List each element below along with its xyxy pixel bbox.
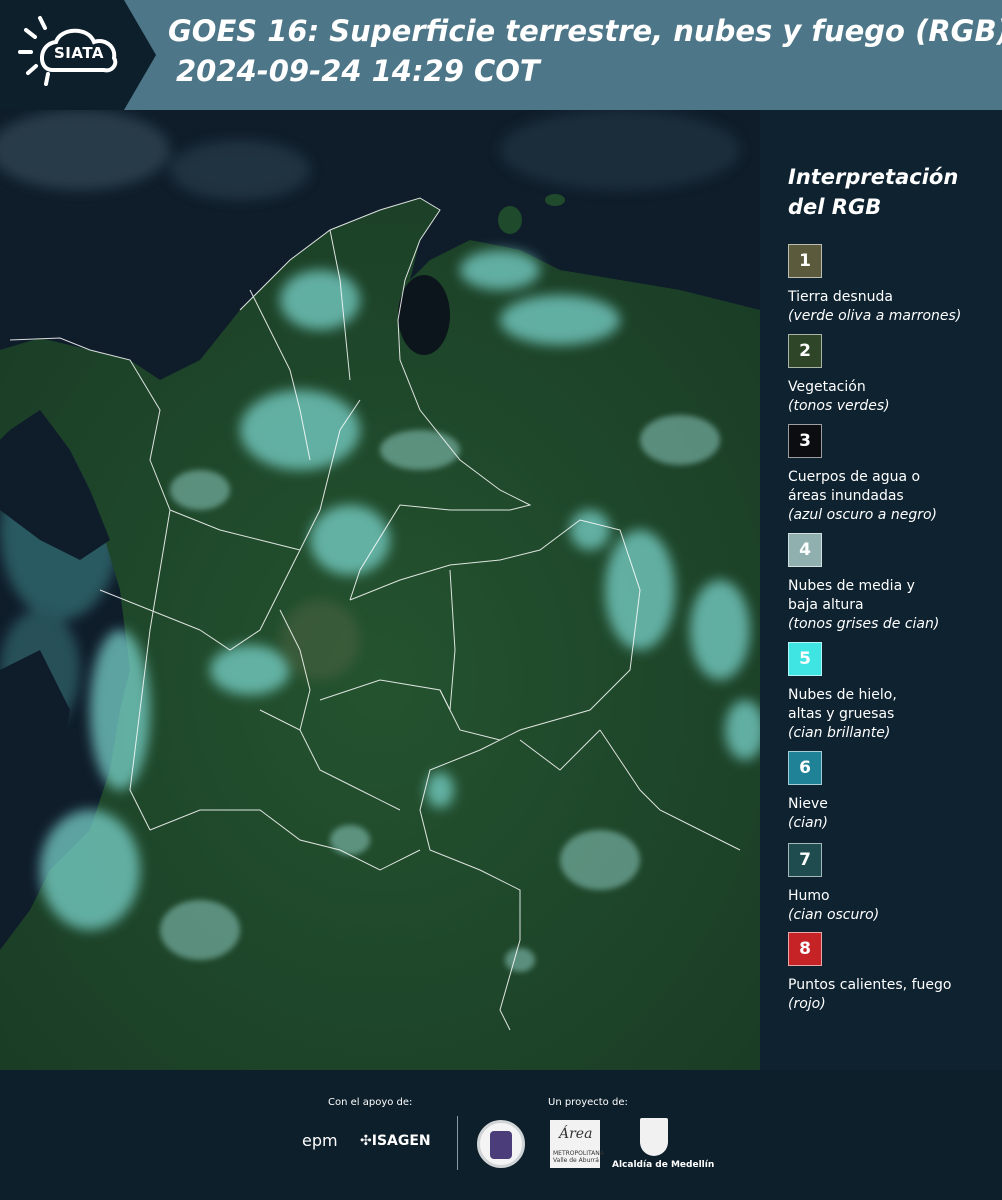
legend-item-label: Tierra desnuda (788, 289, 893, 305)
isagen-logo-text: ISAGEN (371, 1133, 431, 1149)
legend-item-vegetacion: 2 Vegetación (tonos verdes) (788, 334, 998, 416)
timestamp-title: 2024-09-24 14:29 COT (176, 54, 540, 88)
legend-item-label: Nieve (788, 796, 828, 812)
legend-swatch: 1 (788, 244, 822, 278)
footer-divider (457, 1116, 458, 1170)
page-title: GOES 16: Superficie terrestre, nubes y f… (168, 14, 1002, 48)
isagen-logo: ✣ISAGEN (360, 1133, 431, 1149)
legend-item-nieve: 6 Nieve (cian) (788, 751, 998, 833)
satellite-map (0, 110, 760, 1070)
support-label: Con el apoyo de: (328, 1097, 413, 1108)
legend-item-label: Vegetación (788, 379, 866, 395)
alcaldia-shield-icon (640, 1118, 668, 1156)
legend-item-desc: (tonos grises de cian) (788, 616, 940, 632)
header-bar: SIATA GOES 16: Superficie terrestre, nub… (0, 0, 1002, 110)
legend-item-label: Humo (788, 888, 830, 904)
legend-item-desc: (verde oliva a marrones) (788, 308, 962, 324)
legend-swatch: 3 (788, 424, 822, 458)
university-seal-logo (477, 1120, 525, 1168)
legend-item-desc: (azul oscuro a negro) (788, 507, 937, 523)
legend-item-desc: (cian brillante) (788, 725, 891, 741)
siata-logo-text: SIATA (54, 44, 105, 62)
legend-item-label: Cuerpos de agua o áreas inundadas (788, 469, 921, 504)
legend-item-nubes-hielo: 5 Nubes de hielo, altas y gruesas (cian … (788, 642, 998, 743)
legend-item-fuego: 8 Puntos calientes, fuego (rojo) (788, 932, 998, 1014)
legend-item-label: Nubes de media y baja altura (788, 578, 915, 613)
legend-swatch: 7 (788, 843, 822, 877)
area-metropolitana-logo: Área METROPOLITANA Valle de Aburrá (550, 1120, 604, 1168)
legend-item-cuerpos-agua: 3 Cuerpos de agua o áreas inundadas (azu… (788, 424, 998, 525)
legend-item-tierra-desnuda: 1 Tierra desnuda (verde oliva a marrones… (788, 244, 998, 326)
legend-item-nubes-media: 4 Nubes de media y baja altura (tonos gr… (788, 533, 998, 634)
footer: Con el apoyo de: Un proyecto de: epm ✣IS… (0, 1070, 1002, 1200)
legend-item-label: Puntos calientes, fuego (788, 977, 952, 993)
legend-item-label: Nubes de hielo, altas y gruesas (788, 687, 897, 722)
alcaldia-logo-text: Alcaldía de Medellín (612, 1160, 715, 1170)
legend-swatch: 5 (788, 642, 822, 676)
satellite-map-image (0, 110, 760, 1070)
legend-panel: Interpretación del RGB 1 Tierra desnuda … (760, 110, 1002, 1070)
epm-logo: epm (302, 1131, 338, 1150)
legend-item-desc: (tonos verdes) (788, 398, 890, 414)
legend-swatch: 4 (788, 533, 822, 567)
legend-swatch: 2 (788, 334, 822, 368)
legend-swatch: 6 (788, 751, 822, 785)
legend-item-desc: (cian oscuro) (788, 907, 880, 923)
legend-item-humo: 7 Humo (cian oscuro) (788, 843, 998, 925)
siata-logo: SIATA (0, 0, 156, 110)
legend-item-desc: (rojo) (788, 996, 826, 1012)
legend-title: Interpretación del RGB (788, 165, 959, 219)
project-label: Un proyecto de: (548, 1097, 628, 1108)
legend-swatch: 8 (788, 932, 822, 966)
legend-item-desc: (cian) (788, 815, 828, 831)
